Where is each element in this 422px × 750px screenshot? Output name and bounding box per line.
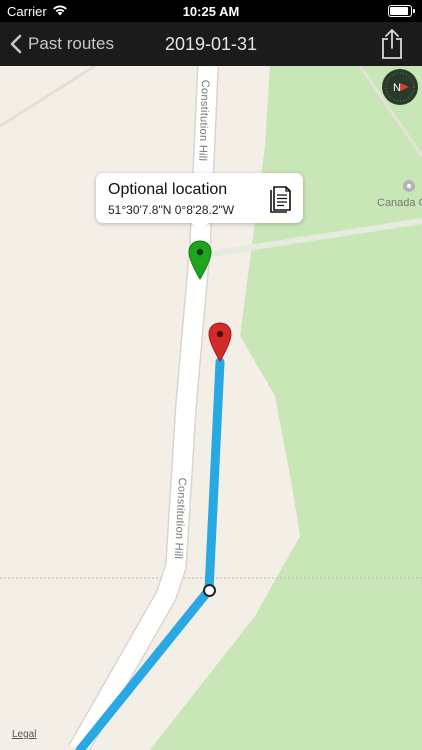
status-bar: Carrier 10:25 AM [0, 0, 422, 22]
compass-icon[interactable]: N [381, 68, 419, 106]
poi-label: Canada G [377, 197, 422, 209]
end-location-pin[interactable] [208, 322, 232, 362]
start-location-pin[interactable] [188, 240, 212, 280]
poi-icon [403, 180, 415, 192]
location-callout[interactable]: Optional location 51°30'7.8"N 0°8'28.2"W [96, 173, 303, 231]
navigation-bar: Past routes 2019-01-31 [0, 22, 422, 66]
battery-icon [388, 5, 415, 17]
map-base-layer [0, 66, 422, 750]
clock: 10:25 AM [182, 4, 240, 19]
compass-label: N [393, 82, 401, 94]
chevron-left-icon [10, 34, 22, 54]
back-label: Past routes [28, 34, 114, 53]
back-button[interactable]: Past routes [10, 22, 114, 66]
share-icon[interactable] [380, 28, 404, 60]
route-map[interactable]: Constitution Hill Constitution Hill Cana… [0, 66, 422, 750]
route-point-marker[interactable] [203, 584, 216, 597]
document-icon[interactable] [269, 183, 293, 213]
battery-level [390, 7, 408, 15]
callout-coordinates: 51°30'7.8"N 0°8'28.2"W [108, 203, 235, 217]
legal-link[interactable]: Legal [12, 729, 36, 740]
callout-title: Optional location [108, 181, 228, 198]
